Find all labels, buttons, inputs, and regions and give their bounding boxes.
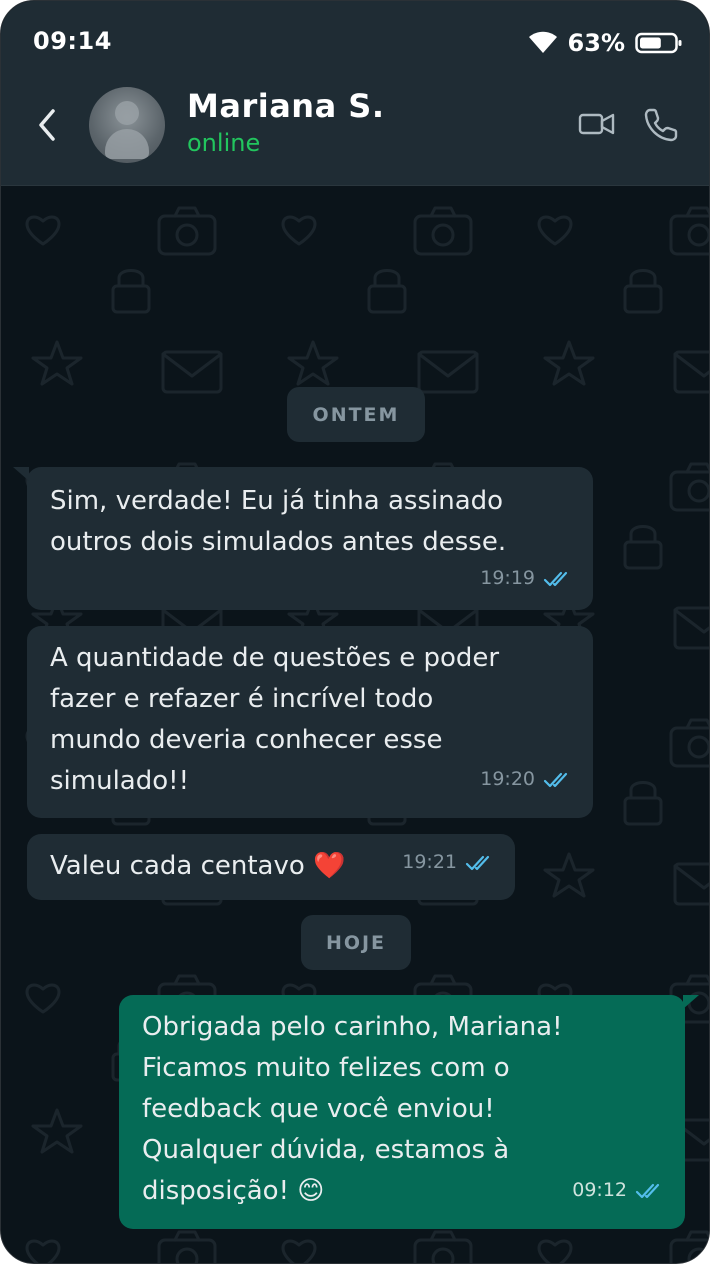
- video-call-icon[interactable]: [577, 107, 617, 141]
- bubble-tail: [683, 995, 699, 1009]
- message-time: 19:19: [480, 567, 535, 589]
- message-meta: 19:20: [480, 759, 571, 800]
- phone-call-icon[interactable]: [641, 105, 681, 145]
- battery-icon: [635, 32, 682, 54]
- wifi-icon: [528, 31, 557, 53]
- status-icons: 63%: [528, 29, 683, 57]
- status-time: 09:14: [33, 27, 112, 55]
- chat-header: 09:14 63% Mariana S. online: [1, 1, 709, 186]
- double-check-icon: [635, 1183, 660, 1198]
- back-icon[interactable]: [31, 105, 67, 145]
- contact-name[interactable]: Mariana S.: [187, 87, 385, 125]
- incoming-message[interactable]: Sim, verdade! Eu já tinha assinado outro…: [13, 467, 593, 610]
- avatar-placeholder-body: [105, 129, 149, 159]
- message-time: 19:21: [402, 851, 457, 873]
- message-time: 19:20: [480, 768, 535, 790]
- chat-area[interactable]: ONTEM Sim, verdade! Eu já tinha assinado…: [1, 186, 709, 1263]
- double-check-icon: [543, 772, 568, 787]
- message-time: 09:12: [572, 1179, 627, 1201]
- double-check-icon: [465, 855, 490, 870]
- contact-status: online: [187, 129, 261, 157]
- message-meta: 09:12: [572, 1170, 663, 1211]
- chat-screen: 09:14 63% Mariana S. online ONTEM Sim, v…: [0, 0, 710, 1264]
- incoming-message[interactable]: A quantidade de questões e poder fazer e…: [27, 626, 593, 818]
- avatar[interactable]: [89, 87, 165, 163]
- incoming-message[interactable]: Valeu cada centavo ❤️ 19:21: [27, 834, 515, 900]
- bubble-tail: [13, 467, 29, 481]
- message-text: Sim, verdade! Eu já tinha assinado outro…: [50, 486, 507, 557]
- message-meta: 19:19: [480, 558, 571, 599]
- avatar-placeholder: [115, 101, 139, 125]
- double-check-icon: [543, 571, 568, 586]
- outgoing-message[interactable]: Obrigada pelo carinho, Mariana! Ficamos …: [119, 995, 699, 1229]
- date-separator-yesterday: ONTEM: [287, 387, 425, 442]
- battery-percent: 63%: [567, 29, 625, 57]
- date-separator-today: HOJE: [301, 915, 411, 970]
- message-meta: 19:21: [402, 842, 493, 883]
